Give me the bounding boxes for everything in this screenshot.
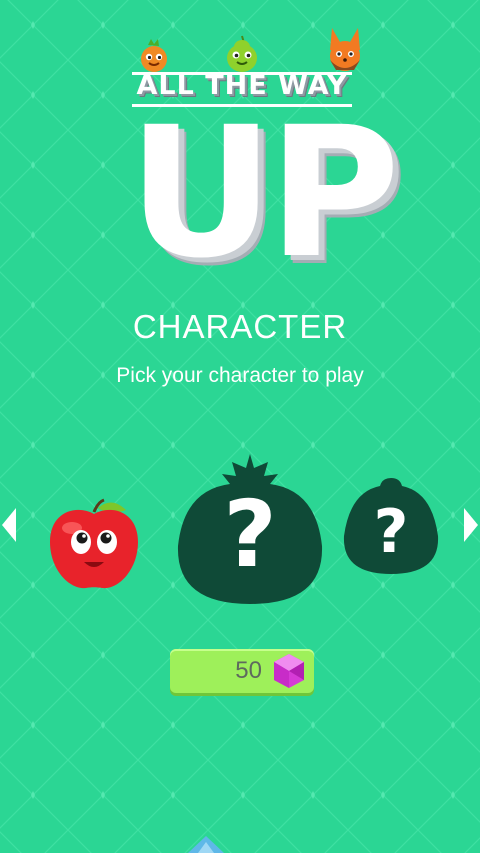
apple-character-icon[interactable]	[46, 498, 142, 592]
locked-character-right[interactable]: ?	[342, 476, 440, 576]
chevron-left-icon[interactable]	[0, 506, 18, 544]
gem-count: 50	[235, 657, 262, 684]
locked-question-mark: ?	[223, 481, 277, 588]
screen-heading: CHARACTER	[132, 308, 348, 345]
locked-character-center[interactable]: ?	[176, 450, 324, 606]
green-pear-mascot-icon	[227, 35, 257, 72]
pink-gem-icon	[274, 654, 304, 688]
gem-counter: 50	[170, 649, 314, 693]
screen-instruction: Pick your character to play	[116, 364, 364, 387]
fox-mascot-icon	[330, 28, 360, 71]
locked-question-mark: ?	[373, 497, 409, 567]
chevron-right-icon[interactable]	[462, 506, 480, 544]
bottom-button-peek[interactable]	[176, 832, 236, 853]
orange-mascot-icon	[141, 39, 167, 72]
logo-title: UP	[128, 89, 400, 298]
